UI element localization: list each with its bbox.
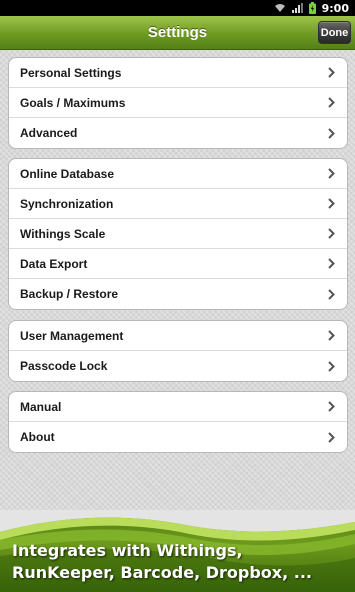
menu-item-label: Synchronization <box>20 196 114 211</box>
menu-item-passcode-lock[interactable]: Passcode Lock <box>9 351 347 381</box>
chevron-right-icon <box>328 198 335 209</box>
promo-text: Integrates with Withings, RunKeeper, Bar… <box>12 540 347 584</box>
settings-group-general: Personal Settings Goals / Maximums Advan… <box>8 57 348 149</box>
chevron-right-icon <box>328 97 335 108</box>
menu-item-backup-restore[interactable]: Backup / Restore <box>9 279 347 309</box>
menu-item-withings-scale[interactable]: Withings Scale <box>9 219 347 249</box>
menu-item-label: Passcode Lock <box>20 359 108 373</box>
menu-item-manual[interactable]: Manual <box>9 392 347 422</box>
menu-item-advanced[interactable]: Advanced <box>9 118 347 148</box>
menu-item-synchronization[interactable]: Synchronization <box>9 189 347 219</box>
menu-item-label: Personal Settings <box>20 65 122 80</box>
promo-line-2: RunKeeper, Barcode, Dropbox, ... <box>12 563 312 582</box>
menu-item-personal-settings[interactable]: Personal Settings <box>9 58 347 88</box>
promo-banner: Integrates with Withings, RunKeeper, Bar… <box>0 510 355 592</box>
wifi-icon <box>274 3 286 13</box>
menu-item-label: Backup / Restore <box>20 287 119 301</box>
menu-item-goals-maximums[interactable]: Goals / Maximums <box>9 88 347 118</box>
chevron-right-icon <box>328 127 335 139</box>
chevron-right-icon <box>328 288 335 300</box>
signal-icon <box>291 3 303 13</box>
settings-group-users: User Management Passcode Lock <box>8 320 348 382</box>
menu-item-label: Online Database <box>20 166 115 181</box>
page-title: Settings <box>147 24 208 41</box>
chevron-right-icon <box>328 330 335 341</box>
status-bar: 9:00 <box>0 0 355 16</box>
menu-item-label: Manual <box>20 399 62 414</box>
chevron-right-icon <box>328 401 335 412</box>
menu-item-label: Goals / Maximums <box>20 95 126 110</box>
chevron-right-icon <box>328 67 335 78</box>
chevron-right-icon <box>328 258 335 269</box>
chevron-right-icon <box>328 168 335 179</box>
menu-item-label: About <box>20 430 55 444</box>
title-bar: Settings Done <box>0 16 355 50</box>
status-time: 9:00 <box>321 1 349 15</box>
settings-group-data: Online Database Synchronization Withings… <box>8 158 348 310</box>
battery-charging-icon <box>308 2 316 14</box>
menu-item-label: Withings Scale <box>20 226 106 241</box>
promo-line-1: Integrates with Withings, <box>12 541 243 560</box>
chevron-right-icon <box>328 228 335 239</box>
menu-item-online-database[interactable]: Online Database <box>9 159 347 189</box>
settings-group-help: Manual About <box>8 391 348 453</box>
menu-item-data-export[interactable]: Data Export <box>9 249 347 279</box>
menu-item-label: User Management <box>20 328 124 343</box>
menu-item-about[interactable]: About <box>9 422 347 452</box>
done-button[interactable]: Done <box>318 21 351 44</box>
menu-item-label: Data Export <box>20 256 88 271</box>
chevron-right-icon <box>328 431 335 443</box>
menu-item-user-management[interactable]: User Management <box>9 321 347 351</box>
menu-item-label: Advanced <box>20 126 78 140</box>
chevron-right-icon <box>328 360 335 372</box>
